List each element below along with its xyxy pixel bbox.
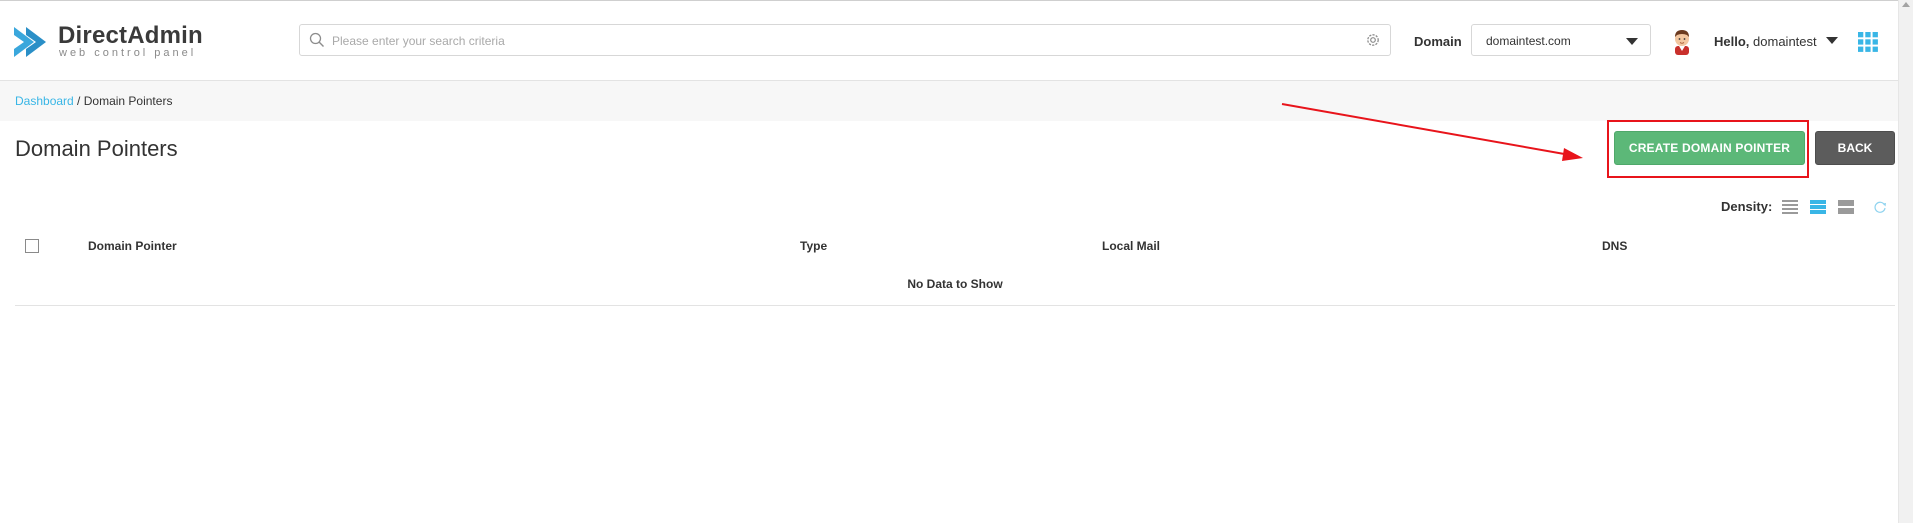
domain-select-value: domaintest.com (1486, 34, 1571, 48)
user-menu-chevron-icon[interactable] (1826, 37, 1838, 44)
density-comfortable-icon[interactable] (1838, 200, 1854, 214)
column-header-local-mail[interactable]: Local Mail (1102, 239, 1160, 253)
table-empty-row: No Data to Show (15, 264, 1895, 306)
scroll-up-arrow-icon[interactable] (1902, 2, 1910, 7)
directadmin-logo-icon (14, 27, 46, 57)
empty-message: No Data to Show (907, 277, 1003, 291)
density-normal-icon[interactable] (1810, 200, 1826, 214)
back-button[interactable]: BACK (1815, 131, 1895, 165)
user-greeting[interactable]: Hello, domaintest (1714, 34, 1817, 49)
breadcrumb-separator: / (73, 94, 84, 108)
breadcrumb-current: Domain Pointers (83, 94, 173, 108)
domain-select[interactable]: domaintest.com (1471, 24, 1651, 56)
domain-label: Domain (1414, 34, 1462, 49)
table-header: Domain Pointer Type Local Mail DNS (15, 228, 1895, 264)
logo-name: DirectAdmin (58, 22, 203, 49)
column-header-dns[interactable]: DNS (1602, 239, 1627, 253)
vertical-scrollbar[interactable] (1898, 0, 1913, 523)
breadcrumb-bar: Dashboard / Domain Pointers (0, 81, 1898, 121)
breadcrumb-dashboard-link[interactable]: Dashboard (15, 94, 74, 108)
avatar[interactable] (1669, 27, 1695, 55)
column-header-domain-pointer[interactable]: Domain Pointer (88, 239, 177, 253)
logo-tagline: web control panel (59, 47, 197, 59)
apps-grid-icon[interactable] (1858, 32, 1878, 52)
search-icon (309, 32, 324, 47)
search-box[interactable] (299, 24, 1391, 57)
chevron-down-icon (1626, 38, 1638, 45)
breadcrumb: Dashboard / Domain Pointers (15, 94, 172, 108)
page-title: Domain Pointers (15, 136, 178, 161)
refresh-icon[interactable] (1873, 200, 1887, 214)
domain-pointers-table: Domain Pointer Type Local Mail DNS No Da… (15, 228, 1895, 306)
gear-icon[interactable] (1365, 32, 1381, 48)
username: domaintest (1753, 34, 1817, 49)
greeting-text: Hello, (1714, 34, 1750, 49)
select-all-checkbox[interactable] (25, 239, 39, 253)
density-compact-icon[interactable] (1782, 200, 1798, 214)
density-label: Density: (1721, 199, 1773, 214)
top-bar: DirectAdmin web control panel Domain dom… (0, 1, 1898, 81)
column-header-type[interactable]: Type (800, 239, 827, 253)
annotation-highlight-box (1607, 120, 1809, 178)
logo[interactable]: DirectAdmin web control panel (14, 21, 204, 63)
search-input[interactable] (330, 25, 1354, 57)
